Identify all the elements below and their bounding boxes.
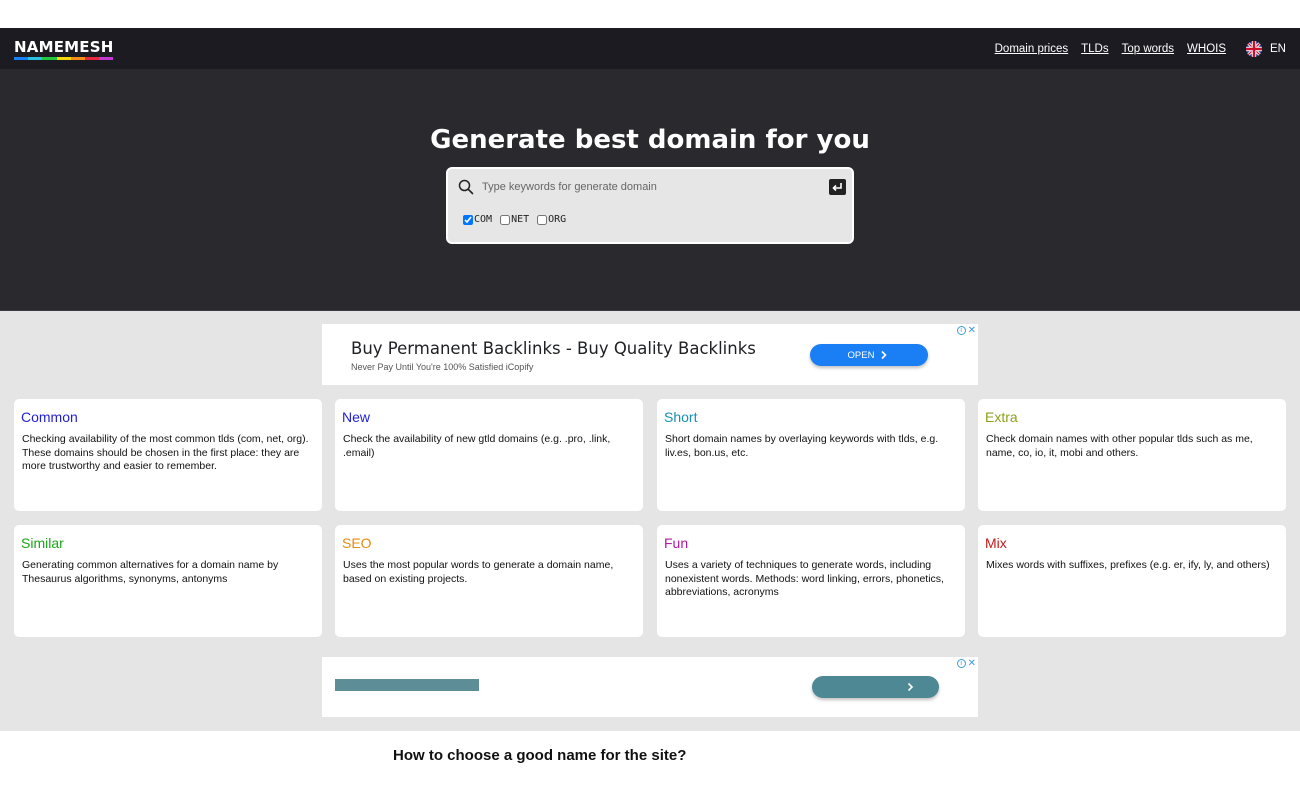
category-title[interactable]: Similar: [21, 535, 64, 551]
hero-section: Generate best domain for you COM: [0, 69, 1300, 311]
categories-section: i ✕ Buy Permanent Backlinks - Buy Qualit…: [0, 311, 1300, 731]
enter-icon[interactable]: [829, 179, 846, 195]
keyword-search-input[interactable]: [482, 181, 829, 193]
category-title[interactable]: Mix: [985, 535, 1007, 551]
category-card-fun[interactable]: Fun Uses a variety of techniques to gene…: [657, 525, 965, 637]
search-row: [458, 178, 846, 196]
info-section: How to choose a good name for the site?: [0, 731, 1300, 788]
ad-choices[interactable]: i ✕: [956, 659, 976, 669]
category-card-similar[interactable]: Similar Generating common alternatives f…: [14, 525, 322, 637]
tld-option-org[interactable]: ORG: [537, 214, 566, 225]
logo-text: NAMEMESH: [14, 37, 114, 56]
hero-title: Generate best domain for you: [430, 125, 870, 155]
nav-link-domain-prices[interactable]: Domain prices: [995, 43, 1069, 55]
category-card-new[interactable]: New Check the availability of new gtld d…: [335, 399, 643, 511]
logo-bar-segment: [70, 56, 86, 60]
logo-color-bar: [14, 56, 114, 60]
category-title[interactable]: Fun: [664, 535, 688, 551]
ad-close-icon[interactable]: ✕: [968, 326, 976, 336]
tld-checkboxes: COM NET ORG: [463, 214, 574, 225]
ad-choices[interactable]: i ✕: [956, 326, 976, 336]
advertisement-banner-bottom[interactable]: i ✕: [322, 657, 978, 717]
category-description: Check the availability of new gtld domai…: [343, 433, 611, 459]
ad-subtitle: Never Pay Until You're 100% Satisfied iC…: [351, 362, 534, 372]
search-icon: [458, 179, 474, 195]
category-title[interactable]: New: [342, 409, 370, 425]
ad-loading-placeholder: [335, 679, 479, 691]
language-selector[interactable]: EN: [1246, 40, 1286, 57]
logo-bar-segment: [42, 56, 57, 60]
top-navbar: NAMEMESH Domain prices TLDs Top words WH…: [0, 28, 1300, 69]
search-box: COM NET ORG: [446, 167, 854, 244]
tld-checkbox-org[interactable]: [537, 214, 548, 225]
tld-label-net: NET: [511, 214, 530, 225]
tld-option-com[interactable]: COM: [463, 214, 492, 225]
category-description: Uses a variety of techniques to generate…: [665, 559, 944, 598]
language-label: EN: [1270, 42, 1286, 55]
category-description: Check domain names with other popular tl…: [986, 433, 1253, 459]
tld-checkbox-com[interactable]: [463, 214, 473, 225]
ad-title[interactable]: Buy Permanent Backlinks - Buy Quality Ba…: [351, 339, 756, 358]
category-description: Uses the most popular words to generate …: [343, 559, 614, 585]
browser-top-margin: [0, 0, 1300, 28]
category-description: Checking availability of the most common…: [22, 433, 309, 472]
advertisement-banner-top[interactable]: i ✕ Buy Permanent Backlinks - Buy Qualit…: [322, 324, 978, 385]
ad-close-icon[interactable]: ✕: [968, 659, 976, 669]
nav-link-whois[interactable]: WHOIS: [1187, 43, 1226, 55]
logo-bar-segment: [56, 56, 71, 60]
section-heading: How to choose a good name for the site?: [393, 747, 687, 764]
ad-open-button[interactable]: OPEN: [810, 344, 928, 366]
ad-button[interactable]: [812, 676, 939, 698]
chevron-right-icon: [881, 350, 888, 360]
category-card-extra[interactable]: Extra Check domain names with other popu…: [978, 399, 1286, 511]
ad-open-label: OPEN: [847, 349, 875, 361]
category-description: Generating common alternatives for a dom…: [22, 559, 279, 585]
nav-link-tlds[interactable]: TLDs: [1081, 43, 1108, 55]
category-description: Mixes words with suffixes, prefixes (e.g…: [986, 559, 1270, 571]
category-title[interactable]: Common: [21, 409, 78, 425]
category-title[interactable]: SEO: [342, 535, 372, 551]
category-card-mix[interactable]: Mix Mixes words with suffixes, prefixes …: [978, 525, 1286, 637]
category-card-seo[interactable]: SEO Uses the most popular words to gener…: [335, 525, 643, 637]
category-description: Short domain names by overlaying keyword…: [665, 433, 939, 459]
nav-link-top-words[interactable]: Top words: [1122, 43, 1174, 55]
logo-bar-segment: [28, 56, 43, 60]
site-logo[interactable]: NAMEMESH: [14, 37, 114, 60]
category-title[interactable]: Extra: [985, 409, 1018, 425]
logo-bar-segment: [99, 56, 114, 60]
category-card-short[interactable]: Short Short domain names by overlaying k…: [657, 399, 965, 511]
ad-info-icon[interactable]: i: [956, 659, 966, 668]
ad-info-icon[interactable]: i: [956, 326, 966, 335]
logo-bar-segment: [14, 56, 29, 60]
chevron-right-icon: [907, 682, 914, 692]
tld-checkbox-net[interactable]: [500, 214, 511, 225]
category-title[interactable]: Short: [664, 409, 697, 425]
uk-flag-icon: [1246, 40, 1263, 57]
tld-label-org: ORG: [548, 214, 567, 225]
logo-bar-segment: [85, 56, 100, 60]
tld-label-com: COM: [474, 214, 493, 225]
nav-links: Domain prices TLDs Top words WHOIS EN: [982, 40, 1286, 57]
category-card-common[interactable]: Common Checking availability of the most…: [14, 399, 322, 511]
tld-option-net[interactable]: NET: [500, 214, 529, 225]
